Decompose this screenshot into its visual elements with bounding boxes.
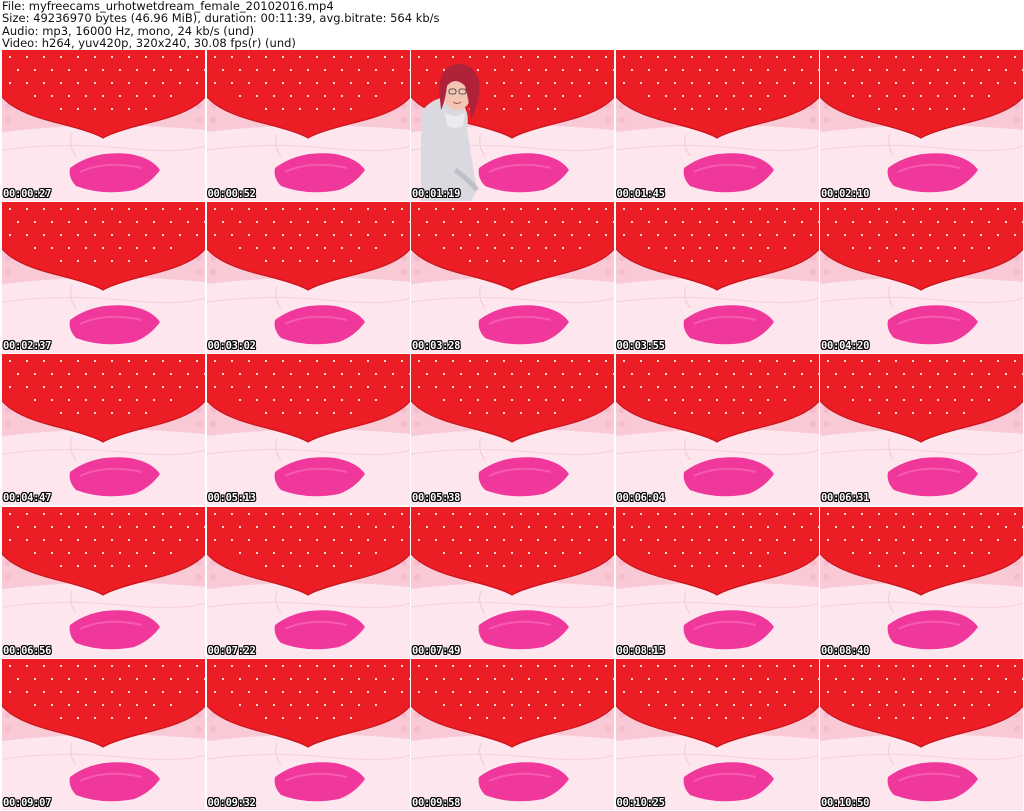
- timestamp: 00:10:50: [821, 796, 870, 809]
- timestamp: 00:02:37: [3, 340, 52, 353]
- thumbnail[interactable]: 00:00:52: [206, 50, 410, 201]
- thumbnail[interactable]: 00:06:56: [2, 506, 205, 658]
- timestamp: 00:00:27: [3, 188, 52, 200]
- thumbnail[interactable]: 00:09:58: [411, 658, 614, 810]
- frame-scene: [615, 658, 819, 810]
- timestamp: 00:10:25: [616, 796, 665, 809]
- frame-scene: [2, 354, 205, 506]
- thumbnail[interactable]: 00:09:32: [206, 658, 410, 810]
- thumbnail[interactable]: 00:04:47: [2, 354, 205, 506]
- thumbnail[interactable]: 00:06:04: [615, 354, 819, 506]
- file-size-line: Size: 49236970 bytes (46.96 MiB), durati…: [2, 11, 440, 26]
- thumbnail-grid: 00:00:27 00:00:52 00:01:19 00:01:45 00:0…: [2, 50, 1023, 810]
- timestamp: 00:00:52: [207, 188, 256, 200]
- frame-scene: [615, 354, 819, 506]
- frame-scene: [206, 202, 410, 354]
- timestamp: 00:03:55: [616, 340, 665, 353]
- video-info-line: Video: h264, yuv420p, 320x240, 30.08 fps…: [2, 36, 296, 51]
- frame-scene: [411, 202, 614, 354]
- timestamp: 00:03:02: [207, 340, 256, 353]
- thumbnail[interactable]: 00:07:49: [411, 506, 614, 658]
- thumbnail[interactable]: 00:10:25: [615, 658, 819, 810]
- frame-scene: [820, 202, 1023, 354]
- frame-scene: [2, 506, 205, 658]
- timestamp: 00:01:19: [412, 188, 461, 200]
- thumbnail[interactable]: 00:07:22: [206, 506, 410, 658]
- thumbnail[interactable]: 00:00:27: [2, 50, 205, 201]
- timestamp: 00:03:28: [412, 340, 461, 353]
- thumbnail[interactable]: 00:02:10: [820, 50, 1023, 201]
- thumbnail[interactable]: 00:08:15: [615, 506, 819, 658]
- thumbnail[interactable]: 00:02:37: [2, 202, 205, 354]
- thumbnail[interactable]: 00:03:28: [411, 202, 614, 354]
- timestamp: 00:07:49: [412, 644, 461, 657]
- frame-scene: [411, 354, 614, 506]
- thumbnail[interactable]: 00:04:20: [820, 202, 1023, 354]
- thumbnail[interactable]: 00:01:19: [411, 50, 614, 201]
- timestamp: 00:08:40: [821, 644, 870, 657]
- frame-scene: [820, 658, 1023, 810]
- frame-scene: [615, 50, 819, 201]
- timestamp: 00:04:47: [3, 492, 52, 505]
- frame-scene: [411, 658, 614, 810]
- thumbnail[interactable]: 00:05:13: [206, 354, 410, 506]
- timestamp: 00:09:58: [412, 796, 461, 809]
- frame-scene: [820, 354, 1023, 506]
- frame-scene: [615, 506, 819, 658]
- thumbnail[interactable]: 00:06:31: [820, 354, 1023, 506]
- timestamp: 00:05:38: [412, 492, 461, 505]
- timestamp: 00:01:45: [616, 188, 665, 200]
- frame-scene: [206, 658, 410, 810]
- timestamp: 00:02:10: [821, 188, 870, 200]
- timestamp: 00:07:22: [207, 644, 256, 657]
- frame-scene: [615, 202, 819, 354]
- frame-scene: [820, 506, 1023, 658]
- frame-scene: [411, 506, 614, 658]
- thumbnail[interactable]: 00:05:38: [411, 354, 614, 506]
- frame-scene: [411, 50, 614, 201]
- thumbnail[interactable]: 00:09:07: [2, 658, 205, 810]
- frame-scene: [2, 50, 205, 201]
- timestamp: 00:06:31: [821, 492, 870, 505]
- timestamp: 00:08:15: [616, 644, 665, 657]
- file-info-header: File: myfreecams_urhotwetdream_female_20…: [2, 0, 1022, 50]
- thumbnail[interactable]: 00:10:50: [820, 658, 1023, 810]
- frame-scene: [206, 506, 410, 658]
- thumbnail[interactable]: 00:08:40: [820, 506, 1023, 658]
- thumbnail[interactable]: 00:03:55: [615, 202, 819, 354]
- timestamp: 00:04:20: [821, 340, 870, 353]
- timestamp: 00:06:56: [3, 644, 52, 657]
- frame-scene: [2, 202, 205, 354]
- thumbnail[interactable]: 00:03:02: [206, 202, 410, 354]
- thumbnail[interactable]: 00:01:45: [615, 50, 819, 201]
- timestamp: 00:09:07: [3, 796, 52, 809]
- frame-scene: [2, 658, 205, 810]
- timestamp: 00:05:13: [207, 492, 256, 505]
- frame-scene: [206, 50, 410, 201]
- frame-scene: [820, 50, 1023, 201]
- timestamp: 00:06:04: [616, 492, 665, 505]
- timestamp: 00:09:32: [207, 796, 256, 809]
- frame-scene: [206, 354, 410, 506]
